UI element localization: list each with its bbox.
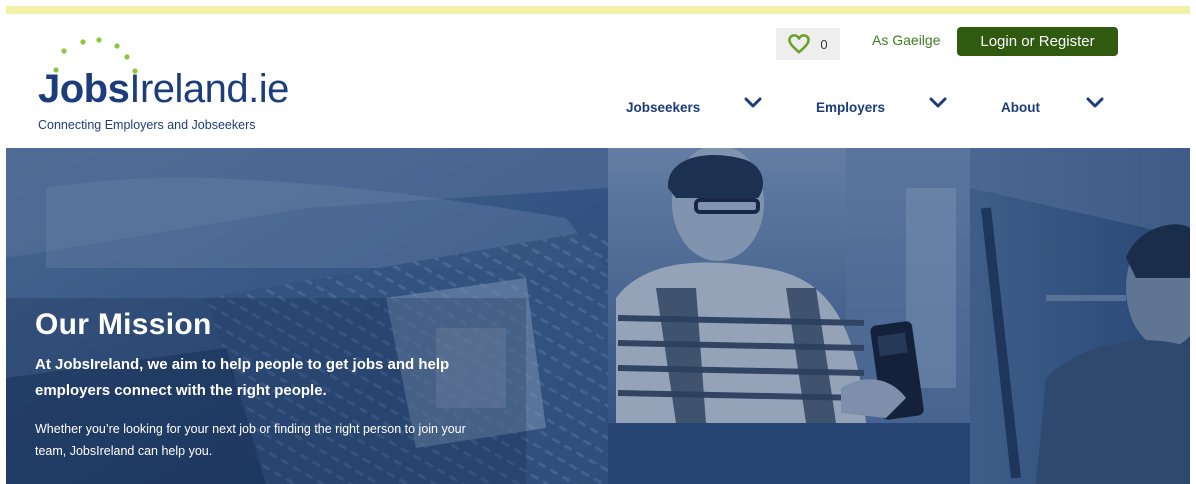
nav-item-jobseekers[interactable]: Jobseekers — [626, 96, 700, 118]
chevron-down-icon[interactable] — [744, 96, 762, 110]
logo-word-bold: Jobs — [38, 67, 130, 111]
hero-banner: Our Mission At JobsIreland, we aim to he… — [6, 148, 1190, 484]
nav-label-employers: Employers — [816, 99, 886, 115]
nav-label-about: About — [1001, 99, 1040, 115]
heart-icon — [788, 34, 811, 54]
nav-item-about[interactable]: About — [1001, 96, 1040, 118]
nav-item-employers[interactable]: Employers — [816, 96, 885, 118]
nav-label-jobseekers: Jobseekers — [626, 99, 701, 115]
jobsireland-logo[interactable]: JobsIreland.ie Connecting Employers and … — [36, 24, 296, 134]
logo-word-light: Ireland.ie — [129, 67, 289, 111]
login-register-button[interactable]: Login or Register — [957, 27, 1118, 56]
top-highlight-strip — [0, 0, 1196, 14]
favourites-button[interactable]: 0 — [776, 28, 840, 60]
hero-body-text: Whether you’re looking for your next job… — [35, 422, 466, 458]
chevron-down-icon[interactable] — [929, 96, 947, 110]
hero-lead-text: At JobsIreland, we aim to help people to… — [35, 356, 450, 399]
favourites-count: 0 — [820, 36, 828, 52]
chevron-down-icon[interactable] — [1086, 96, 1104, 110]
irish-language-link[interactable]: As Gaeilge — [872, 32, 940, 48]
hero-title: Our Mission — [35, 308, 212, 341]
logo-tagline: Connecting Employers and Jobseekers — [38, 118, 256, 132]
logo-wordmark: JobsIreland.ie — [38, 66, 289, 112]
site-header: JobsIreland.ie Connecting Employers and … — [0, 14, 1196, 148]
